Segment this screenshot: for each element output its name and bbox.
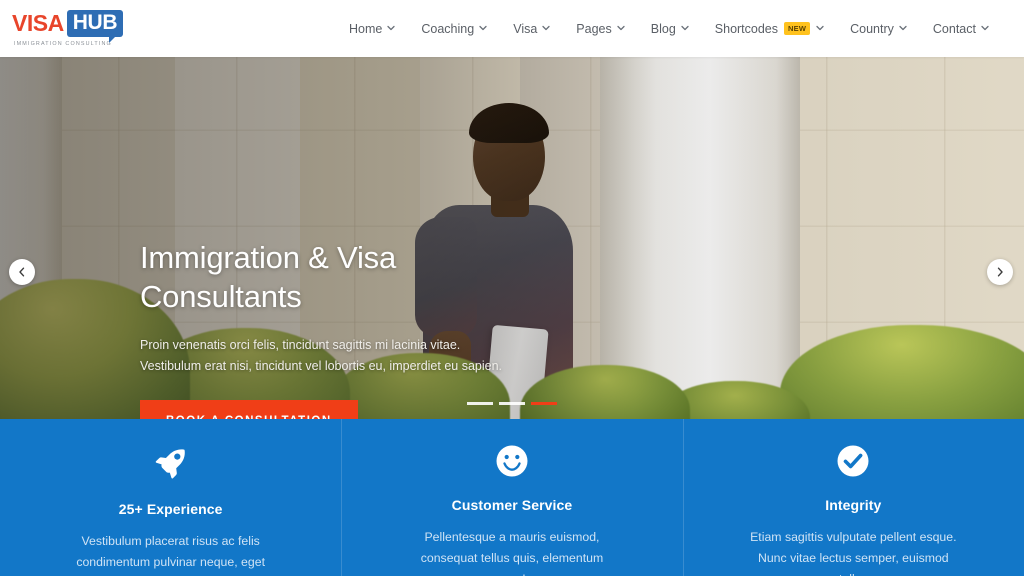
chevron-left-icon xyxy=(17,267,27,277)
nav-label: Contact xyxy=(932,21,976,36)
nav-label: Country xyxy=(850,21,894,36)
carousel-dot[interactable] xyxy=(499,402,525,405)
carousel-next-button[interactable] xyxy=(987,259,1013,285)
feature-title: Integrity xyxy=(825,497,882,513)
chevron-down-icon xyxy=(816,24,824,32)
carousel-dot[interactable] xyxy=(467,402,493,405)
feature-text: Pellentesque a mauris euismod, consequat… xyxy=(420,530,604,576)
chevron-down-icon xyxy=(617,24,625,32)
chevron-down-icon xyxy=(542,24,550,32)
nav-item-home[interactable]: Home xyxy=(336,16,408,42)
nav-item-country[interactable]: Country xyxy=(837,16,920,42)
nav-item-coaching[interactable]: Coaching xyxy=(408,16,500,42)
feature-title: 25+ Experience xyxy=(118,501,223,517)
feature-text: Vestibulum placerat risus ac felis condi… xyxy=(76,534,265,570)
nav-item-pages[interactable]: Pages xyxy=(563,16,637,42)
chevron-down-icon xyxy=(681,24,689,32)
chevron-down-icon xyxy=(387,24,396,32)
hero-subtitle: Proin venenatis orci felis, tincidunt sa… xyxy=(140,337,502,374)
hero-slider: Immigration & Visa Consultants Proin ven… xyxy=(0,57,1024,419)
site-logo[interactable]: VISA HUB IMMIGRATION CONSULTING xyxy=(12,10,124,47)
hero-title: Immigration & Visa Consultants xyxy=(140,240,396,314)
new-badge: New xyxy=(784,22,811,35)
features-section: 25+ Experience Vestibulum placerat risus… xyxy=(0,419,1024,576)
chevron-down-icon xyxy=(981,24,989,32)
feature-card-integrity: Integrity Etiam sagittis vulputate pelle… xyxy=(682,419,1024,576)
carousel-dot-active[interactable] xyxy=(531,402,557,405)
chevron-down-icon xyxy=(899,24,907,32)
smiley-icon xyxy=(492,443,532,479)
logo-secondary-text: HUB xyxy=(72,11,118,34)
nav-label: Visa xyxy=(513,21,538,36)
nav-item-shortcodes[interactable]: Shortcodes New xyxy=(702,16,837,42)
feature-text: Etiam sagittis vulputate pellent esque. … xyxy=(750,530,957,576)
nav-label: Pages xyxy=(576,21,612,36)
nav-label: Blog xyxy=(650,21,676,36)
nav-label: Shortcodes xyxy=(714,21,779,36)
feature-title: Customer Service xyxy=(451,497,573,513)
main-navigation: Home Coaching Visa Pages Blog Shortcodes… xyxy=(336,16,1002,42)
hero-content: Immigration & Visa Consultants Proin ven… xyxy=(140,239,560,419)
rocket-icon xyxy=(151,443,191,483)
nav-item-visa[interactable]: Visa xyxy=(500,16,563,42)
carousel-pagination xyxy=(0,402,1024,405)
nav-label: Home xyxy=(349,21,383,36)
logo-row: VISA HUB xyxy=(12,10,124,43)
chevron-right-icon xyxy=(995,267,1005,277)
logo-tagline: IMMIGRATION CONSULTING xyxy=(14,40,112,47)
chevron-down-icon xyxy=(479,24,487,32)
nav-item-contact[interactable]: Contact xyxy=(920,16,1002,42)
nav-label: Coaching xyxy=(421,21,475,36)
nav-item-blog[interactable]: Blog xyxy=(638,16,702,42)
feature-card-experience: 25+ Experience Vestibulum placerat risus… xyxy=(0,419,341,576)
site-header: VISA HUB IMMIGRATION CONSULTING Home Coa… xyxy=(0,0,1024,57)
logo-primary-text: VISA xyxy=(12,10,64,36)
check-circle-icon xyxy=(833,443,873,479)
logo-speech-bubble: HUB xyxy=(66,10,124,43)
carousel-prev-button[interactable] xyxy=(9,259,35,285)
feature-card-customer-service: Customer Service Pellentesque a mauris e… xyxy=(341,419,682,576)
